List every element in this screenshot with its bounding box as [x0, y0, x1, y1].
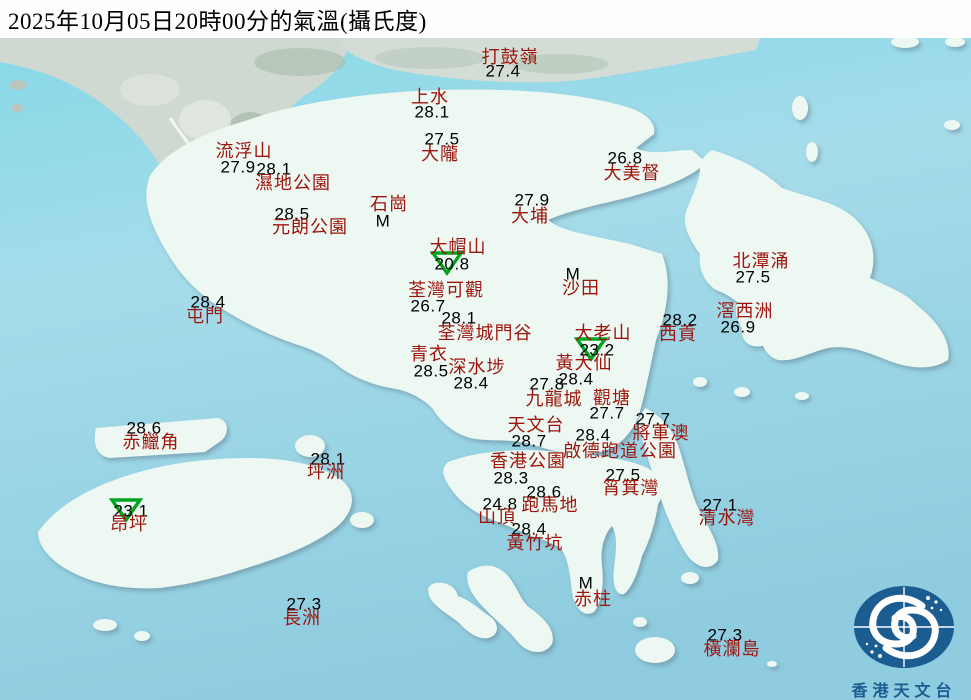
station-name-label: 香港公園 [490, 452, 566, 470]
station-name-label: 屯門 [186, 307, 224, 325]
station-name-label: 赤柱 [574, 590, 612, 608]
station-temp-value: 26.7 [410, 298, 445, 315]
station-name-label: 昂坪 [110, 515, 148, 533]
station-name-label: 濕地公園 [255, 174, 331, 192]
station-name-label: 滘西洲 [717, 302, 774, 320]
station-temp-value: 28.3 [493, 470, 528, 487]
station-temp-value: 28.7 [511, 433, 546, 450]
station-name-label: 深水埗 [449, 358, 506, 376]
station-name-label: 打鼓嶺 [482, 48, 539, 66]
station-name-label: 大帽山 [430, 238, 487, 256]
station-name-label: 荃灣可觀 [408, 281, 484, 299]
station-name-label: 跑馬地 [522, 496, 579, 514]
station-name-label: 流浮山 [216, 142, 273, 160]
station-name-label: 大埔 [511, 207, 549, 225]
station-temp-value: 28.4 [453, 375, 488, 392]
station-name-label: 筲箕灣 [603, 479, 660, 497]
station-name-label: 赤鱲角 [123, 433, 180, 451]
station-name-label: 長洲 [283, 609, 321, 627]
station-name-label: 大老山 [575, 324, 632, 342]
station-name-label: 青衣 [410, 345, 448, 363]
title-bar: 2025年10月05日20時00分的氣溫(攝氏度) [0, 0, 971, 38]
station-name-label: 九龍城 [526, 390, 583, 408]
station-name-label: 黃大仙 [556, 354, 613, 372]
station-temp-value: 26.9 [720, 319, 755, 336]
station-name-label: 清水灣 [699, 509, 756, 527]
station-name-label: 黃竹坑 [507, 534, 564, 552]
page-title: 2025年10月05日20時00分的氣溫(攝氏度) [0, 2, 427, 36]
station-temp-value: 27.9 [220, 159, 255, 176]
station-temp-value: M [376, 213, 391, 230]
station-temp-value: 27.5 [735, 269, 770, 286]
station-name-label: 大美督 [604, 164, 661, 182]
station-name-label: 沙田 [562, 279, 600, 297]
stations-layer: 27.4打鼓嶺28.1上水27.5大隴27.9流浮山28.1濕地公園28.5元朗… [0, 0, 971, 700]
station-name-label: 橫瀾島 [704, 640, 761, 658]
hko-logo-icon [844, 584, 964, 670]
station-temp-value: 28.5 [413, 363, 448, 380]
station-name-label: 坪洲 [307, 463, 345, 481]
station-name-label: 觀塘 [593, 389, 631, 407]
station-name-label: 北潭涌 [733, 252, 790, 270]
station-name-label: 將軍澳 [633, 424, 690, 442]
station-name-label: 荃灣城門谷 [438, 324, 533, 342]
station-name-label: 上水 [411, 88, 449, 106]
station-name-label: 啟德跑道公園 [563, 442, 677, 460]
hko-name-chinese: 香港天文台 [838, 677, 970, 700]
station-name-label: 石崗 [370, 195, 408, 213]
station-name-label: 大隴 [421, 145, 459, 163]
station-name-label: 西貢 [659, 325, 697, 343]
temperature-map-screen: 2025年10月05日20時00分的氣溫(攝氏度) 27.4打鼓嶺28.1上水2… [0, 0, 971, 700]
station-temp-value: 20.8 [434, 256, 469, 273]
station-name-label: 天文台 [508, 416, 565, 434]
hko-logo: 香港天文台 HONG KONG OBSERVATORY [838, 584, 970, 700]
station-name-label: 元朗公園 [272, 218, 348, 236]
station-name-label: 山頂 [478, 508, 516, 526]
